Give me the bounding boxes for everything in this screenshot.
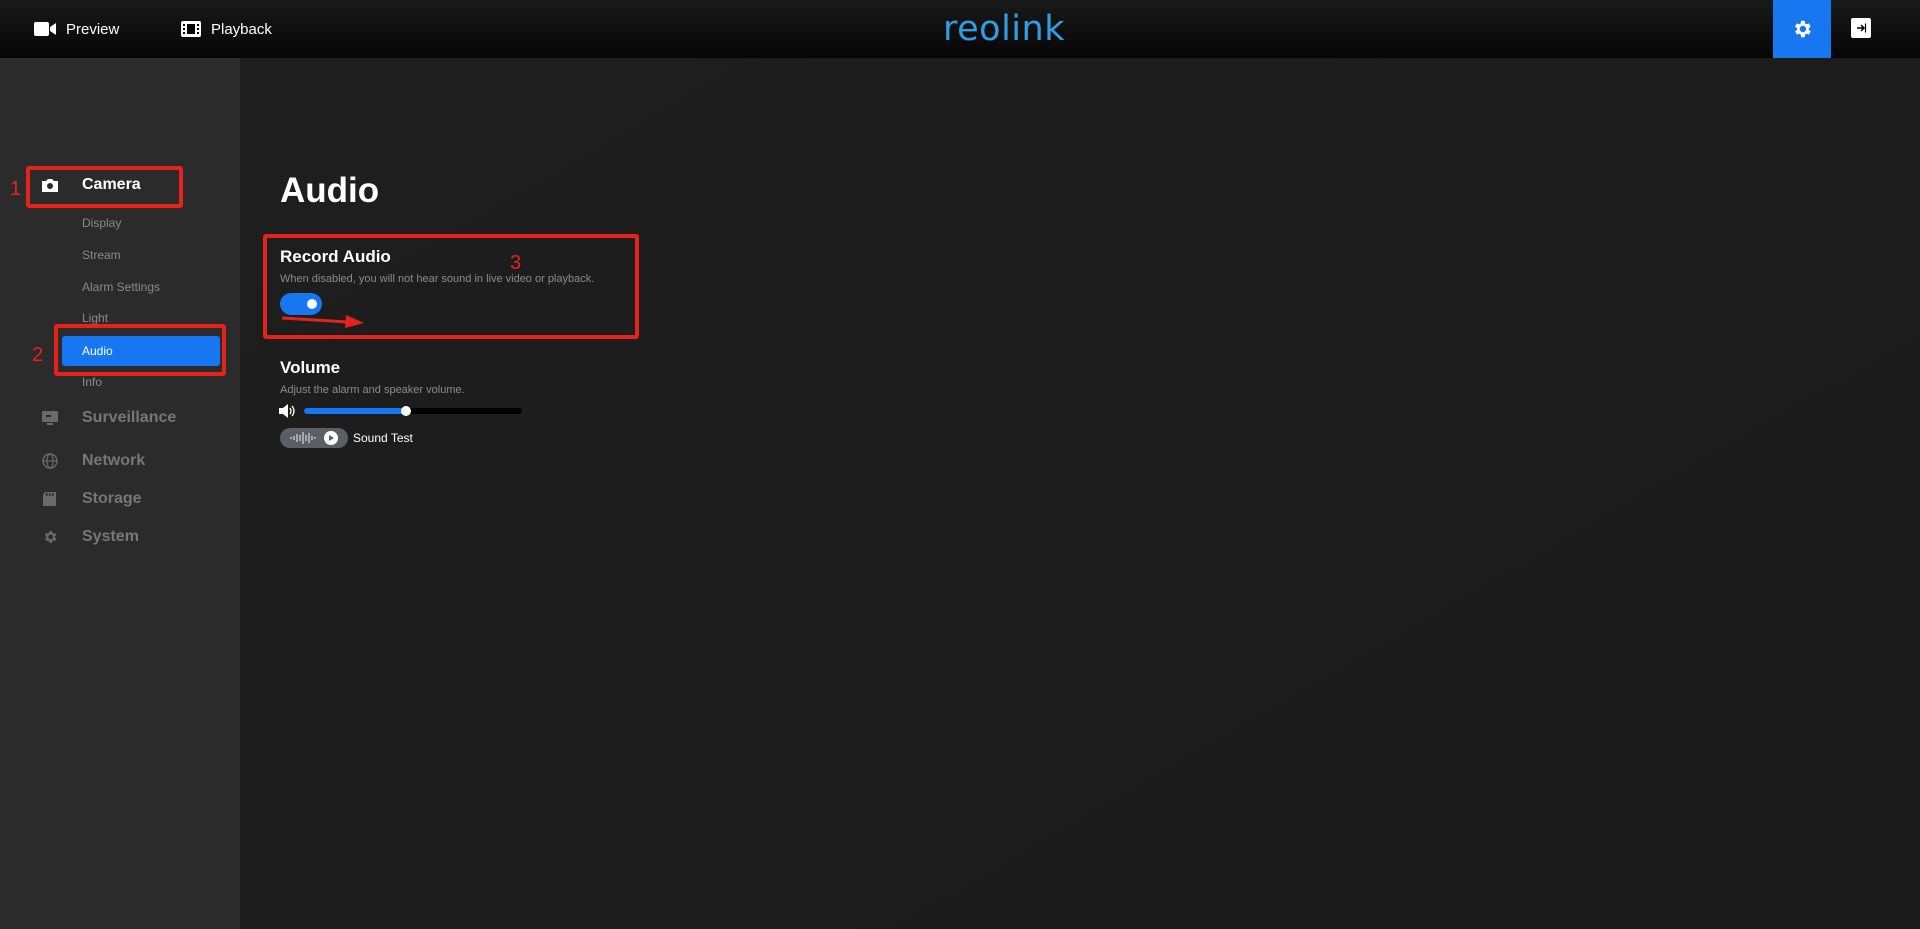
- sidebar-item-display[interactable]: Display: [62, 208, 220, 238]
- video-camera-icon: [34, 22, 56, 36]
- annotation-box-camera: [26, 166, 183, 208]
- volume-slider-fill: [304, 408, 406, 414]
- annotation-box-audio: [54, 324, 226, 376]
- volume-slider-thumb[interactable]: [401, 406, 411, 416]
- speaker-icon: [279, 404, 295, 418]
- sidebar-section-label: Surveillance: [82, 409, 177, 426]
- volume-title: Volume: [280, 358, 341, 377]
- annotation-number-1: 1: [10, 178, 22, 200]
- sidebar-section-surveillance[interactable]: Surveillance: [0, 403, 240, 433]
- reolink-logo: reolink: [943, 9, 1065, 49]
- sidebar-section-system[interactable]: System: [0, 522, 240, 552]
- playback-nav-link[interactable]: Playback: [181, 0, 272, 58]
- playback-label: Playback: [211, 20, 272, 38]
- sound-wave-icon: [290, 432, 316, 444]
- annotation-number-3: 3: [510, 252, 522, 274]
- volume-description: Adjust the alarm and speaker volume.: [280, 384, 465, 396]
- sidebar-item-stream[interactable]: Stream: [62, 240, 220, 270]
- sound-test-label: Sound Test: [353, 431, 413, 445]
- sidebar-section-network[interactable]: Network: [0, 446, 240, 476]
- sound-test-pill[interactable]: [280, 428, 348, 448]
- logout-icon: [1857, 23, 1867, 33]
- sidebar-section-label: Network: [82, 452, 146, 469]
- sidebar-section-label: Storage: [82, 490, 142, 507]
- monitor-icon: [42, 411, 58, 425]
- play-icon[interactable]: [324, 431, 338, 445]
- sidebar-item-alarm-settings[interactable]: Alarm Settings: [62, 272, 220, 302]
- preview-label: Preview: [66, 20, 120, 38]
- globe-icon: [42, 453, 58, 469]
- storage-icon: [43, 492, 56, 506]
- gear-icon: [44, 531, 57, 543]
- film-icon: [181, 21, 201, 37]
- preview-nav-link[interactable]: Preview: [34, 0, 119, 58]
- settings-button[interactable]: [1773, 0, 1831, 58]
- annotation-number-2: 2: [32, 344, 44, 366]
- logout-button[interactable]: [1851, 18, 1871, 38]
- sidebar-section-storage[interactable]: Storage: [0, 484, 240, 514]
- sound-test-button[interactable]: Sound Test: [280, 428, 413, 448]
- sidebar-section-label: System: [82, 528, 139, 545]
- volume-slider[interactable]: [304, 406, 522, 416]
- gear-icon: [1795, 20, 1811, 38]
- main-content-area: [240, 58, 1920, 929]
- page-title: Audio: [280, 171, 380, 210]
- top-bar: Preview Playback reolink: [0, 0, 1920, 58]
- annotation-arrow: [282, 315, 364, 328]
